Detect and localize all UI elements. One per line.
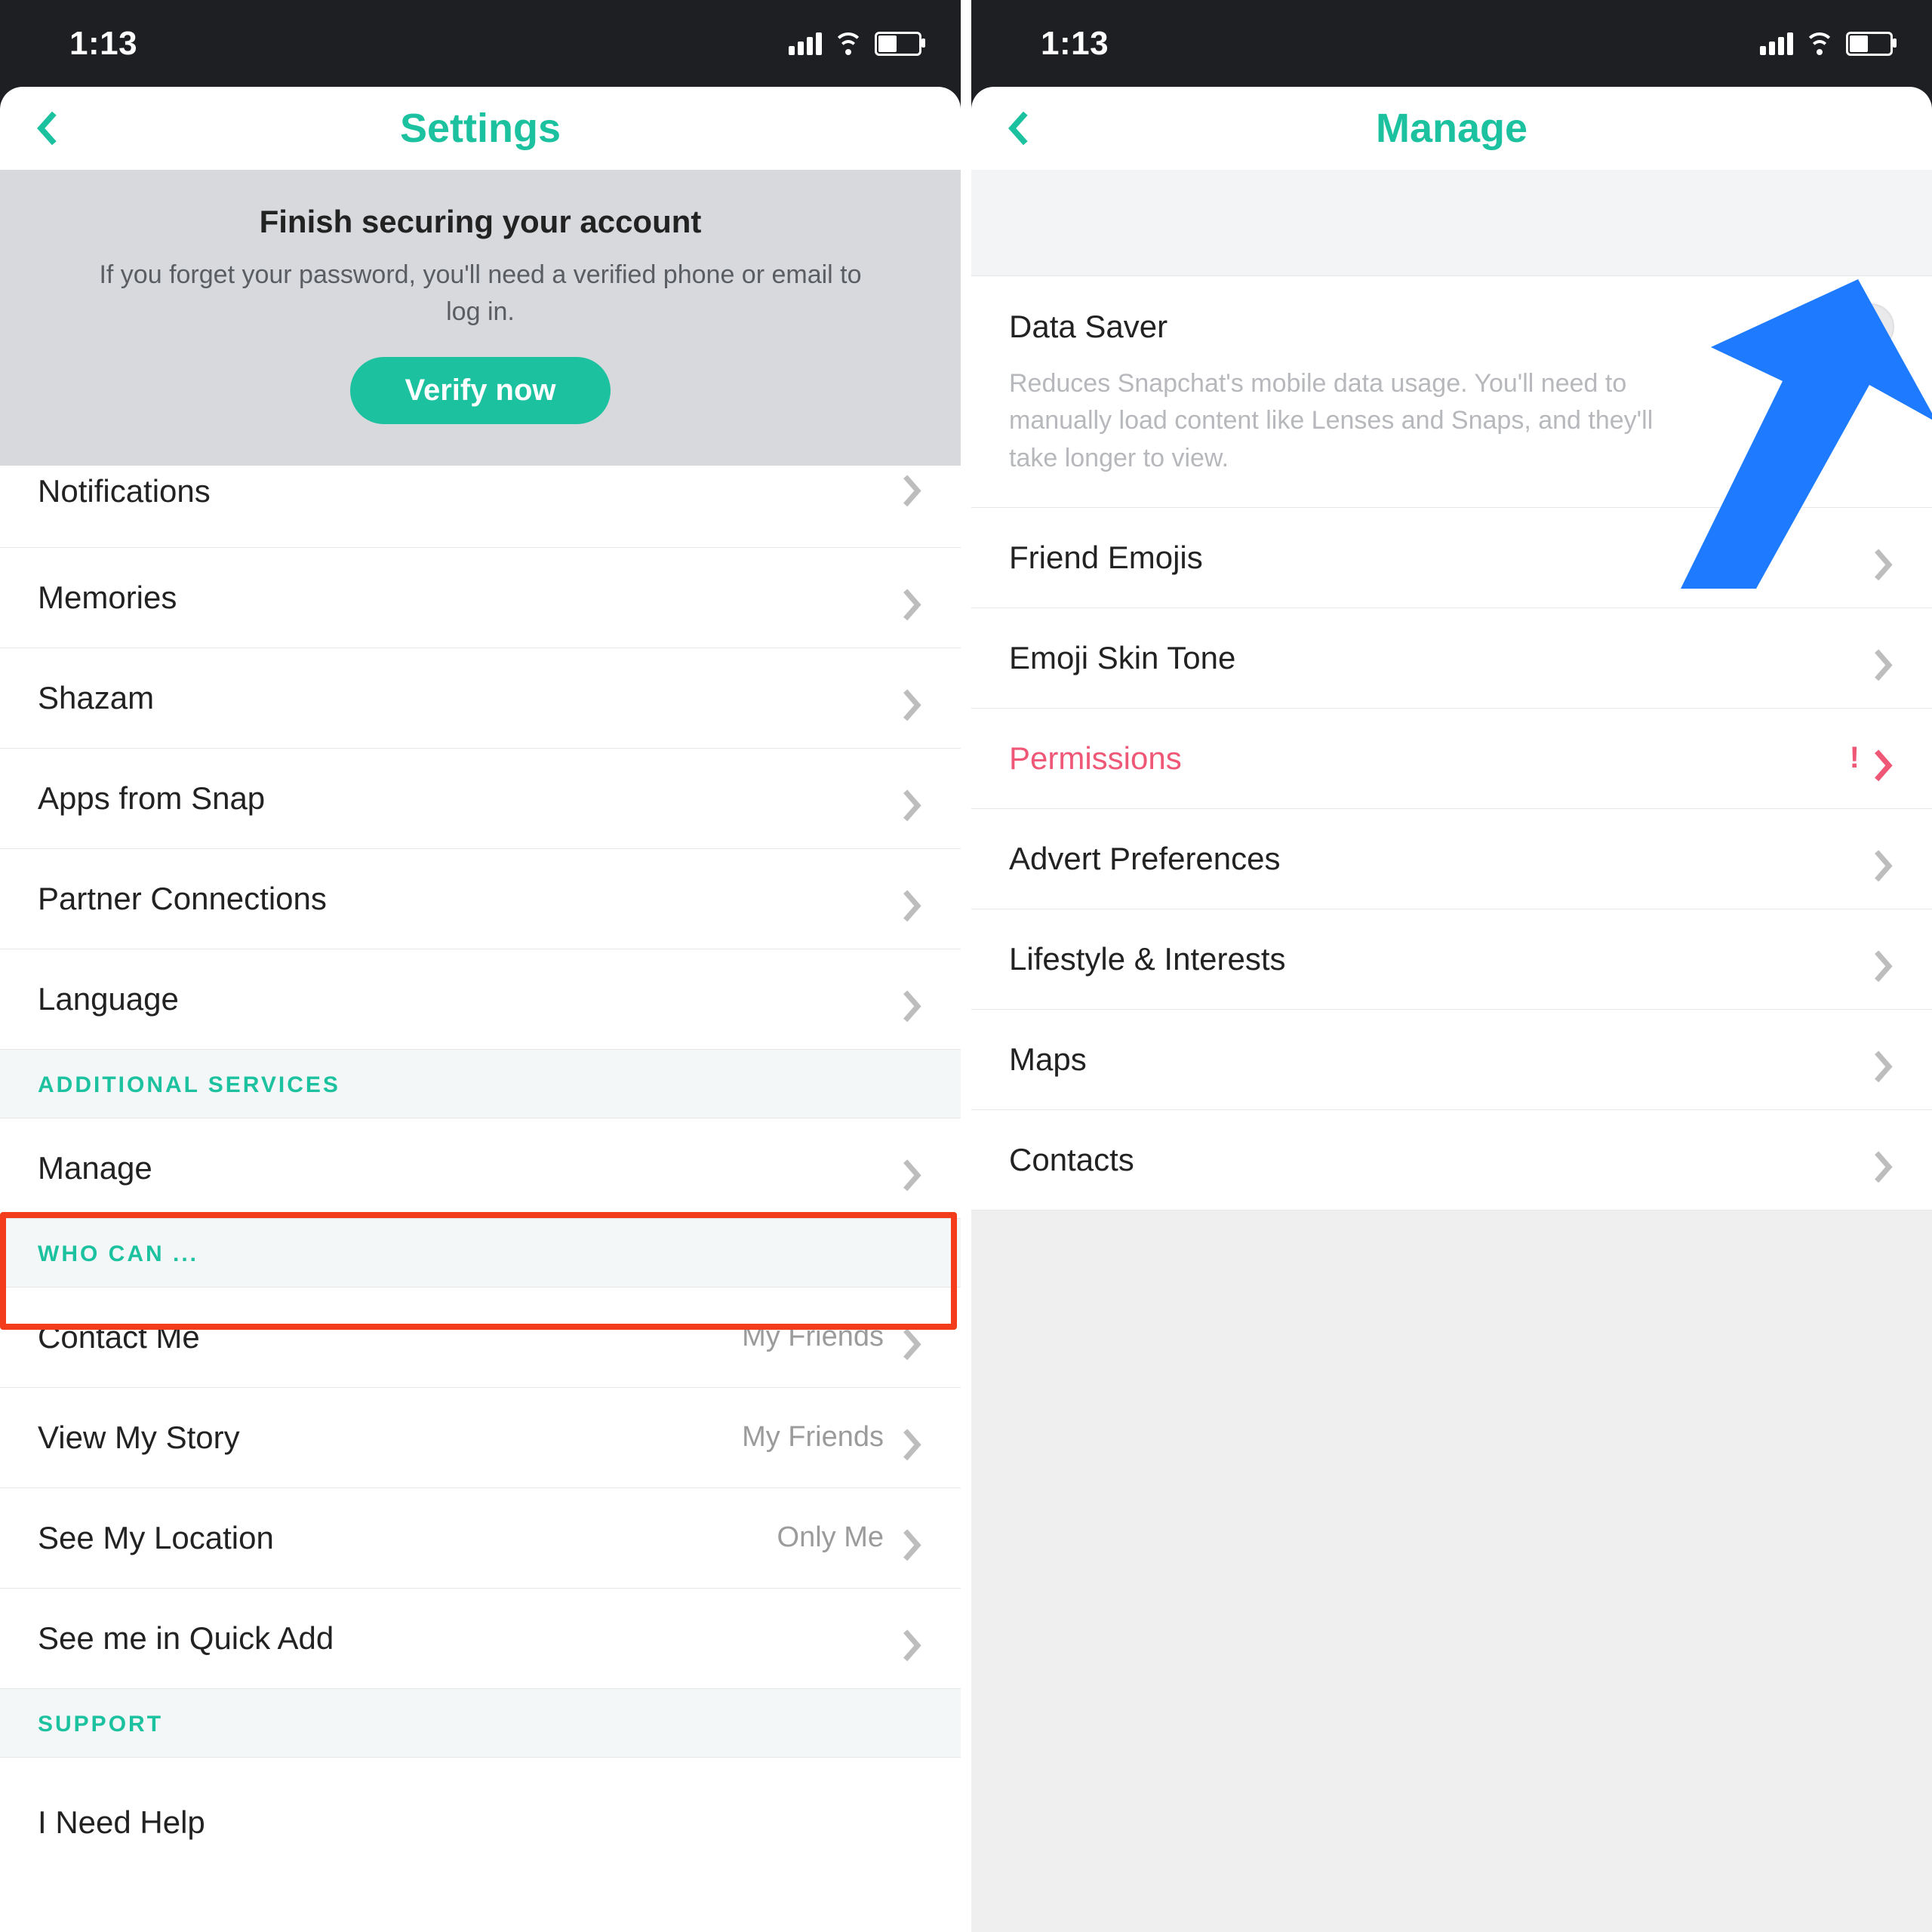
banner-desc: If you forget your password, you'll need… bbox=[81, 257, 881, 331]
row-value: My Friends bbox=[742, 1321, 884, 1353]
chevron-right-icon bbox=[902, 587, 923, 608]
chevron-right-icon bbox=[1873, 1149, 1894, 1171]
nav-bar: Settings bbox=[0, 87, 961, 170]
verify-now-button[interactable]: Verify now bbox=[350, 357, 610, 424]
row-see-me-quick-add[interactable]: See me in Quick Add bbox=[0, 1589, 961, 1689]
chevron-right-icon bbox=[1873, 848, 1894, 869]
page-title: Settings bbox=[400, 105, 561, 152]
row-label: Contact Me bbox=[38, 1319, 200, 1355]
chevron-right-icon bbox=[902, 1527, 923, 1549]
chevron-right-icon bbox=[902, 888, 923, 909]
chevron-right-icon bbox=[902, 1427, 923, 1448]
row-partner-connections[interactable]: Partner Connections bbox=[0, 849, 961, 949]
alert-icon: ! bbox=[1850, 741, 1860, 775]
data-saver-block: Data Saver Reduces Snapchat's mobile dat… bbox=[971, 276, 1932, 508]
manage-list: Friend Emojis Emoji Skin Tone Permission… bbox=[971, 508, 1932, 1211]
row-label: Shazam bbox=[38, 680, 154, 716]
row-contact-me[interactable]: Contact Me My Friends bbox=[0, 1287, 961, 1388]
row-apps-from-snap[interactable]: Apps from Snap bbox=[0, 749, 961, 849]
chevron-right-icon bbox=[1873, 748, 1894, 769]
row-label: Partner Connections bbox=[38, 881, 327, 917]
row-lifestyle-interests[interactable]: Lifestyle & Interests bbox=[971, 909, 1932, 1010]
cellular-icon bbox=[1760, 32, 1793, 55]
row-value: My Friends bbox=[742, 1421, 884, 1454]
row-label: Apps from Snap bbox=[38, 780, 265, 817]
status-indicators bbox=[1760, 32, 1893, 56]
phone-manage: 1:13 Manage Data Saver bbox=[971, 0, 1932, 1932]
data-saver-description: Reduces Snapchat's mobile data usage. Yo… bbox=[1009, 365, 1703, 477]
back-button[interactable] bbox=[30, 111, 65, 146]
row-label: View My Story bbox=[38, 1420, 240, 1456]
row-memories[interactable]: Memories bbox=[0, 548, 961, 648]
cellular-icon bbox=[789, 32, 822, 55]
row-view-my-story[interactable]: View My Story My Friends bbox=[0, 1388, 961, 1488]
section-who-can: WHO CAN ... bbox=[0, 1219, 961, 1287]
back-button[interactable] bbox=[1001, 111, 1036, 146]
row-advert-preferences[interactable]: Advert Preferences bbox=[971, 809, 1932, 909]
chevron-right-icon bbox=[1873, 547, 1894, 568]
status-bar: 1:13 bbox=[971, 0, 1932, 87]
chevron-right-icon bbox=[902, 989, 923, 1010]
chevron-right-icon bbox=[902, 1158, 923, 1179]
row-label: See My Location bbox=[38, 1520, 274, 1556]
row-label: Emoji Skin Tone bbox=[1009, 640, 1235, 676]
banner-title: Finish securing your account bbox=[45, 204, 915, 240]
chevron-right-icon bbox=[1873, 1049, 1894, 1070]
row-i-need-help[interactable]: I Need Help bbox=[0, 1758, 961, 1850]
row-emoji-skin-tone[interactable]: Emoji Skin Tone bbox=[971, 608, 1932, 709]
chevron-right-icon bbox=[902, 788, 923, 809]
row-label: Advert Preferences bbox=[1009, 841, 1281, 877]
row-label: Friend Emojis bbox=[1009, 540, 1203, 576]
header-spacer bbox=[971, 170, 1932, 276]
row-label: I Need Help bbox=[38, 1804, 205, 1841]
battery-icon bbox=[1846, 32, 1893, 56]
row-contacts[interactable]: Contacts bbox=[971, 1110, 1932, 1211]
data-saver-toggle[interactable] bbox=[1813, 303, 1894, 350]
row-see-my-location[interactable]: See My Location Only Me bbox=[0, 1488, 961, 1589]
row-notifications[interactable]: Notifications bbox=[0, 466, 961, 548]
page-title: Manage bbox=[1376, 105, 1527, 152]
chevron-right-icon bbox=[902, 473, 923, 494]
wifi-icon bbox=[1805, 32, 1834, 55]
row-label: Contacts bbox=[1009, 1142, 1134, 1178]
data-saver-label: Data Saver bbox=[1009, 309, 1168, 345]
row-label: Notifications bbox=[38, 473, 211, 509]
row-label: Lifestyle & Interests bbox=[1009, 941, 1286, 977]
settings-list: Notifications Memories Shazam Apps from … bbox=[0, 466, 961, 1850]
status-indicators bbox=[789, 32, 921, 56]
row-label: Maps bbox=[1009, 1041, 1087, 1078]
chevron-right-icon bbox=[902, 688, 923, 709]
chevron-right-icon bbox=[1873, 949, 1894, 970]
row-language[interactable]: Language bbox=[0, 949, 961, 1050]
row-maps[interactable]: Maps bbox=[971, 1010, 1932, 1110]
status-time: 1:13 bbox=[69, 25, 137, 63]
section-additional-services: ADDITIONAL SERVICES bbox=[0, 1050, 961, 1118]
chevron-right-icon bbox=[902, 1628, 923, 1649]
wifi-icon bbox=[834, 32, 863, 55]
section-support: SUPPORT bbox=[0, 1689, 961, 1758]
row-label: Manage bbox=[38, 1150, 152, 1186]
row-manage[interactable]: Manage bbox=[0, 1118, 961, 1219]
row-label: Memories bbox=[38, 580, 177, 616]
row-label: Language bbox=[38, 981, 179, 1017]
chevron-right-icon bbox=[902, 1327, 923, 1348]
status-bar: 1:13 bbox=[0, 0, 961, 87]
row-permissions[interactable]: Permissions ! bbox=[971, 709, 1932, 809]
nav-bar: Manage bbox=[971, 87, 1932, 170]
empty-area bbox=[971, 1211, 1932, 1932]
status-time: 1:13 bbox=[1041, 25, 1109, 63]
row-shazam[interactable]: Shazam bbox=[0, 648, 961, 749]
secure-account-banner: Finish securing your account If you forg… bbox=[0, 170, 961, 466]
row-label: See me in Quick Add bbox=[38, 1620, 334, 1657]
chevron-right-icon bbox=[1873, 648, 1894, 669]
row-friend-emojis[interactable]: Friend Emojis bbox=[971, 508, 1932, 608]
battery-icon bbox=[875, 32, 921, 56]
phone-settings: 1:13 Settings Finish securing your accou… bbox=[0, 0, 961, 1932]
row-label: Permissions bbox=[1009, 740, 1182, 777]
row-value: Only Me bbox=[777, 1521, 884, 1554]
